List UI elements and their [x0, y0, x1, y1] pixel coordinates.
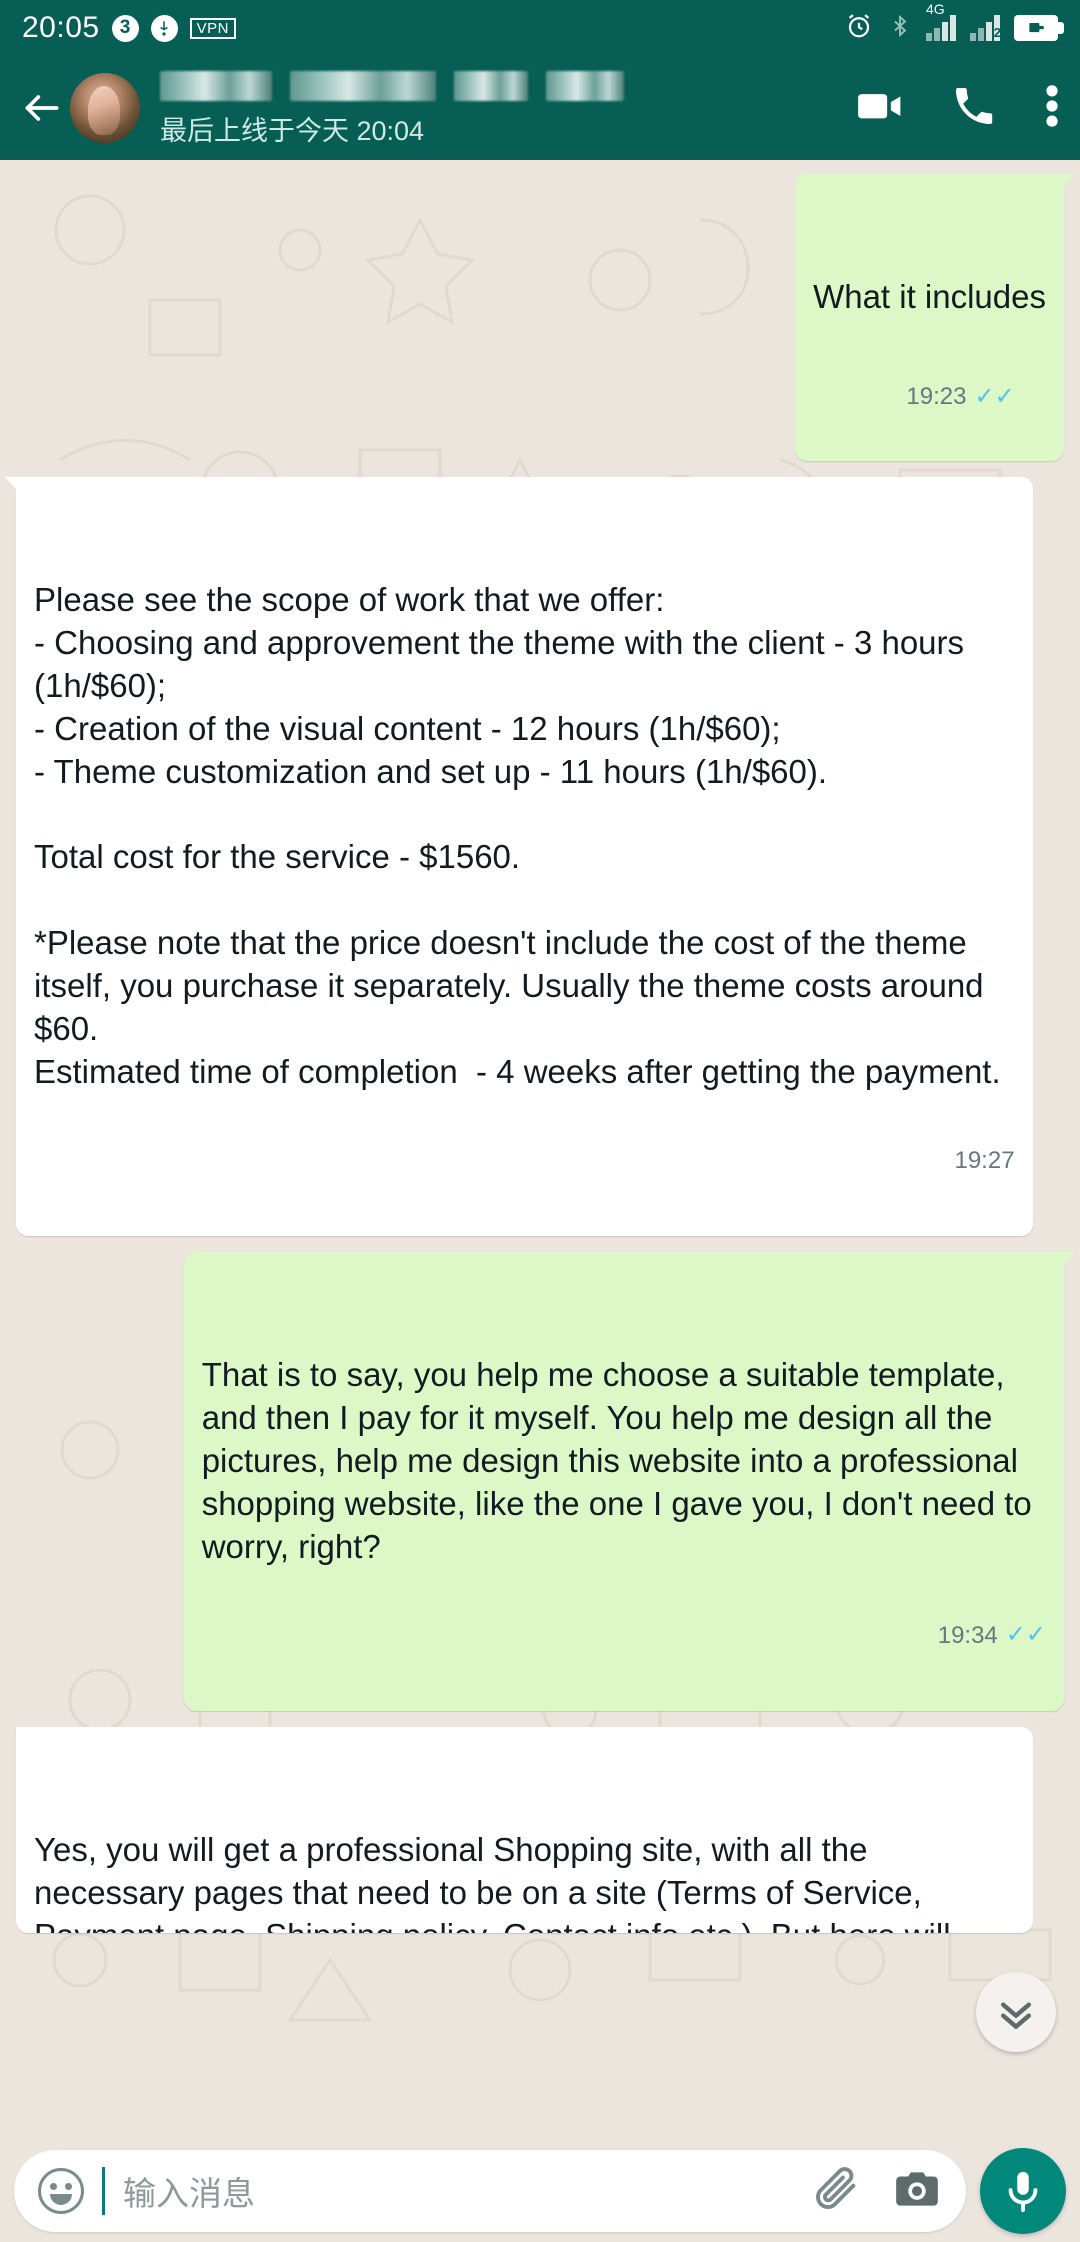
notification-count-badge: 3 — [111, 14, 139, 42]
paperclip-icon[interactable] — [810, 2163, 862, 2220]
message-row: Yes, you will get a professional Shoppin… — [16, 1727, 1064, 1934]
chat-header-text[interactable]: 最后上线于今天 20:04 — [160, 69, 624, 148]
message-timestamp: 19:27 — [954, 1146, 1015, 1174]
sim2-label: 2 — [993, 25, 1001, 40]
contact-name-redacted — [160, 69, 624, 103]
message-text: That is to say, you help me choose a sui… — [201, 1356, 1041, 1565]
emoji-icon[interactable] — [38, 2168, 84, 2214]
message-meta: 19:34 ✓✓ — [938, 1620, 1046, 1651]
status-bar: 20:05 3 VPN 4G 2 — [0, 0, 1080, 56]
bluetooth-icon — [888, 11, 912, 46]
message-text-part1: Yes, you will get a professional Shoppin… — [34, 1831, 951, 1933]
battery-charging-icon — [1014, 15, 1064, 41]
composer-pill-icons — [810, 2163, 942, 2220]
chat-header-actions — [854, 80, 1062, 137]
voice-call-button[interactable] — [950, 82, 998, 135]
message-row: Please see the scope of work that we off… — [5, 477, 1064, 1237]
microphone-icon — [1008, 2171, 1038, 2213]
chat-header: 最后上线于今天 20:04 — [0, 56, 1080, 160]
message-bubble-incoming[interactable]: Please see the scope of work that we off… — [5, 477, 1033, 1237]
message-bubble-outgoing[interactable]: That is to say, you help me choose a sui… — [183, 1252, 1076, 1712]
double-chevron-down-icon — [1000, 2002, 1032, 2029]
back-button[interactable] — [10, 76, 74, 140]
text-cursor — [102, 2167, 105, 2215]
status-bar-left: 20:05 3 VPN — [22, 11, 236, 45]
voice-record-button[interactable] — [980, 2148, 1066, 2234]
usb-icon — [150, 14, 178, 42]
message-meta: 19:23 ✓✓ — [906, 381, 1014, 412]
vpn-badge: VPN — [189, 17, 236, 39]
message-timestamp: 19:34 — [937, 1621, 998, 1649]
chat-message-list[interactable]: What it includes 19:23 ✓✓ Please see the… — [0, 160, 1080, 2140]
message-bubble-incoming[interactable]: Yes, you will get a professional Shoppin… — [16, 1727, 1033, 1934]
alarm-icon — [844, 11, 874, 46]
message-timestamp: 19:23 — [906, 383, 967, 411]
message-text: What it includes — [813, 277, 1046, 315]
status-bar-clock: 20:05 — [22, 11, 100, 44]
read-receipt-icon: ✓✓ — [1005, 1621, 1046, 1649]
message-input[interactable]: 输入消息 — [123, 2167, 255, 2215]
contact-last-seen: 最后上线于今天 20:04 — [160, 115, 425, 146]
message-row: What it includes 19:23 ✓✓ — [16, 174, 1075, 462]
status-bar-right: 4G 2 — [844, 1, 1064, 46]
message-row: That is to say, you help me choose a sui… — [16, 1252, 1076, 1712]
signal-sim2-icon: 2 — [970, 15, 1001, 41]
contact-avatar[interactable] — [70, 73, 140, 143]
network-type-label: 4G — [926, 1, 945, 17]
camera-icon[interactable] — [892, 2164, 942, 2219]
read-receipt-icon: ✓✓ — [974, 382, 1015, 410]
more-options-button[interactable] — [1042, 80, 1062, 137]
composer-input-pill[interactable]: 输入消息 — [14, 2150, 966, 2232]
messages-container: What it includes 19:23 ✓✓ Please see the… — [0, 160, 1080, 2140]
message-bubble-outgoing[interactable]: What it includes 19:23 ✓✓ — [795, 174, 1075, 462]
video-call-button[interactable] — [854, 80, 906, 137]
message-meta: 19:27 — [954, 1145, 1014, 1176]
message-text: Please see the scope of work that we off… — [34, 581, 1001, 1090]
scroll-to-bottom-button[interactable] — [976, 1972, 1056, 2052]
message-composer: 输入消息 — [0, 2140, 1080, 2242]
signal-sim1-icon: 4G — [926, 1, 956, 41]
